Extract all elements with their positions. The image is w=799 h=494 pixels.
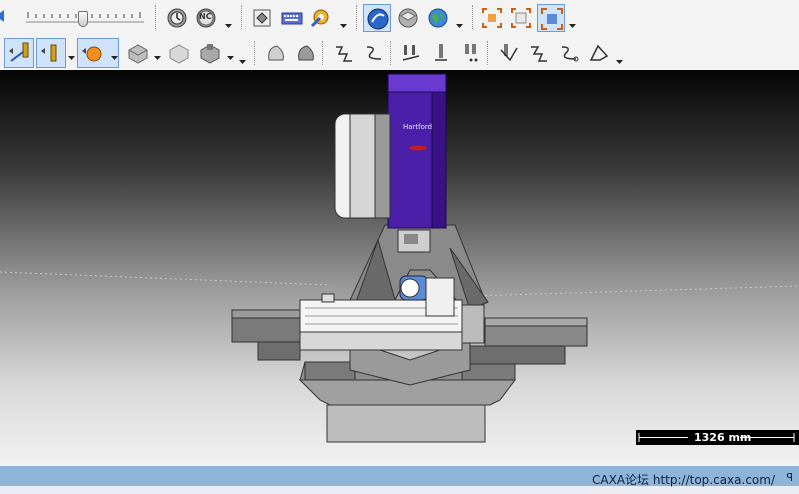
separator: [322, 41, 323, 65]
toolbar-row-1: NC: [0, 0, 799, 33]
chevron-down-icon[interactable]: [154, 54, 161, 62]
tool-axis-icon[interactable]: [428, 40, 452, 64]
toolpath-curve-icon[interactable]: [361, 40, 385, 64]
chevron-down-icon[interactable]: [225, 22, 232, 30]
nc-label: NC: [199, 12, 212, 21]
machine-scene: [0, 73, 799, 443]
sheet-icon[interactable]: [250, 6, 274, 30]
stock-box-icon[interactable]: [125, 40, 149, 64]
path-step-icon[interactable]: [526, 40, 550, 64]
status-text: CAXA论坛 http://top.caxa.com/: [592, 473, 775, 487]
chevron-down-icon[interactable]: [239, 58, 246, 66]
globe-icon[interactable]: [425, 5, 449, 29]
toolbar-area: NC: [0, 0, 799, 70]
separator: [390, 41, 391, 65]
separator: [472, 5, 473, 29]
collision-icon[interactable]: [496, 40, 520, 64]
fixture-icon[interactable]: [197, 40, 221, 64]
wizard-gear-icon[interactable]: [308, 4, 332, 28]
chevron-down-icon[interactable]: [456, 22, 463, 30]
tool-view-button[interactable]: [4, 38, 34, 68]
toolpath-icon[interactable]: [331, 40, 355, 64]
part-surface-icon[interactable]: [263, 40, 287, 64]
separator: [254, 41, 255, 65]
fit-all-icon[interactable]: [479, 5, 503, 29]
chevron-down-icon[interactable]: [227, 54, 234, 62]
pin-icon[interactable]: ꟼ: [786, 471, 793, 484]
path-link-icon[interactable]: [556, 40, 580, 64]
chevron-down-icon[interactable]: [340, 22, 347, 30]
machine-table: [299, 293, 485, 351]
head-brand-label: Hartford: [403, 123, 433, 131]
toolbar-row-2: [0, 36, 799, 69]
fit-selection-button[interactable]: [537, 4, 565, 32]
separator: [356, 5, 357, 29]
separator: [241, 5, 242, 29]
chevron-down-icon[interactable]: [616, 58, 623, 66]
tool-position-icon[interactable]: [398, 40, 422, 64]
scale-bar: 1326 mm: [636, 430, 799, 445]
status-bar: CAXA论坛 http://top.caxa.com/ ꟼ: [0, 466, 799, 494]
scale-label: 1326 mm: [694, 431, 752, 444]
zoom-slider-thumb[interactable]: [78, 11, 88, 27]
stock-view-button[interactable]: [77, 38, 119, 68]
separator: [487, 41, 488, 65]
stock-wire-icon[interactable]: [166, 40, 190, 64]
status-bar-strip: CAXA论坛 http://top.caxa.com/ ꟼ: [0, 466, 799, 487]
fit-window-icon[interactable]: [508, 5, 532, 29]
nc-button[interactable]: NC: [194, 6, 218, 30]
orbit-view-button[interactable]: [363, 4, 391, 32]
chevron-down-icon[interactable]: [68, 54, 75, 62]
shaded-view-icon[interactable]: [395, 5, 419, 29]
separator: [155, 5, 156, 29]
3d-viewport[interactable]: Hartford: [0, 70, 799, 466]
tool-holder-button[interactable]: [36, 38, 66, 68]
part-shaded-icon[interactable]: [293, 40, 317, 64]
chevron-down-icon[interactable]: [569, 22, 576, 30]
path-end-icon[interactable]: [586, 40, 610, 64]
machine-head: [334, 73, 447, 229]
chevron-down-icon[interactable]: [111, 54, 118, 62]
tool-point-icon[interactable]: [458, 40, 482, 64]
keyboard-icon[interactable]: [279, 6, 303, 30]
back-arrow-icon[interactable]: [0, 4, 14, 28]
clock-icon[interactable]: [165, 6, 189, 30]
